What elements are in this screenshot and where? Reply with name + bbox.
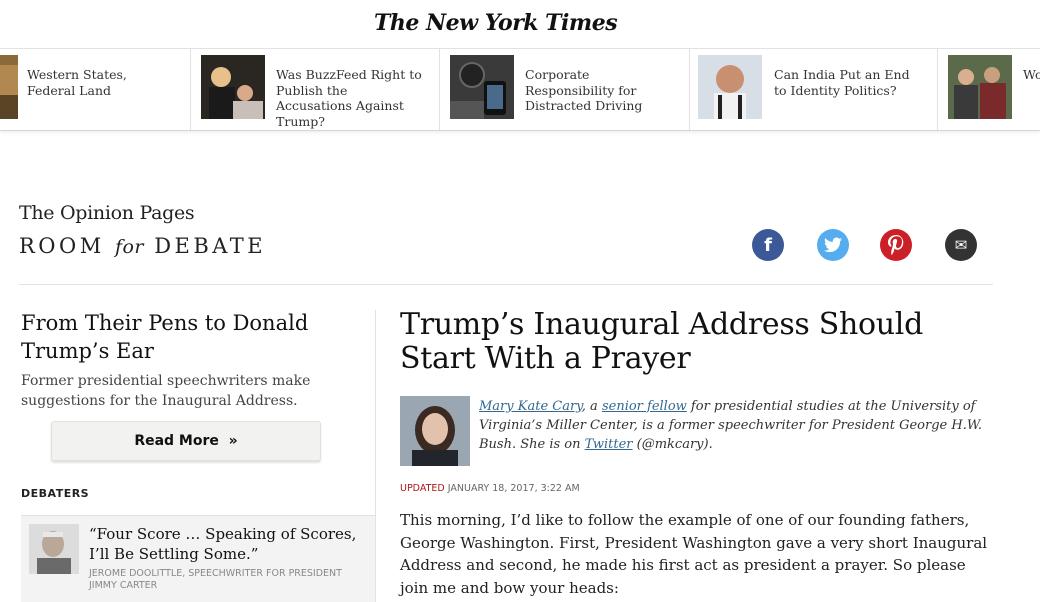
ribbon-item[interactable]: Wo on xyxy=(938,49,1040,130)
ribbon-thumbnail xyxy=(0,55,18,119)
author-bio: Mary Kate Cary, a senior fellow for pres… xyxy=(479,397,989,454)
ribbon-thumbnail xyxy=(201,55,265,119)
header-divider xyxy=(19,284,993,285)
debater-card[interactable]: “Four Score … Speaking of Scores, I’ll B… xyxy=(21,515,375,602)
rfd-debate: DEBATE xyxy=(154,234,267,258)
read-more-label: Read More xyxy=(134,433,219,449)
facebook-share-button[interactable]: f xyxy=(752,229,784,261)
ribbon-item-title: Can India Put an End to Identity Politic… xyxy=(774,67,910,98)
debater-byline: JEROME DOOLITTLE, SPEECHWRITER FOR PRESI… xyxy=(89,568,342,591)
column-divider xyxy=(375,310,376,602)
author-photo xyxy=(400,396,470,466)
debater-avatar xyxy=(29,524,79,574)
debater-quote: “Four Score … Speaking of Scores, I’ll B… xyxy=(89,525,357,563)
room-for-debate-title[interactable]: ROOM for DEBATE xyxy=(19,234,266,258)
email-icon: ✉ xyxy=(954,236,968,254)
ribbon-item-title: Was BuzzFeed Right to Publish the Accusa… xyxy=(276,67,422,129)
facebook-icon: f xyxy=(764,234,772,256)
bio-text: , a xyxy=(581,399,602,414)
ribbon-item-title: Corporate Responsibility for Distracted … xyxy=(525,67,643,113)
ribbon-thumbnail xyxy=(948,55,1012,119)
ribbon-item[interactable]: Corporate Responsibility for Distracted … xyxy=(440,49,690,130)
updated-date: JANUARY 18, 2017, 3:22 AM xyxy=(447,483,580,494)
ribbon-item[interactable]: Can India Put an End to Identity Politic… xyxy=(690,49,938,130)
nyt-logo[interactable]: The New York Times xyxy=(374,10,618,36)
ribbon-item-title: Wo on xyxy=(1023,67,1040,82)
article-title: Trump’s Inaugural Address Should Start W… xyxy=(400,307,924,376)
author-name-link[interactable]: Mary Kate Cary xyxy=(479,399,582,414)
debate-title[interactable]: From Their Pens to Donald Trump’s Ear xyxy=(21,309,351,365)
ribbon-item[interactable]: Western States, Federal Land xyxy=(0,49,191,130)
email-share-button[interactable]: ✉ xyxy=(945,229,977,261)
ribbon-thumbnail xyxy=(450,55,514,119)
ribbon-thumbnail xyxy=(698,55,762,119)
twitter-icon xyxy=(824,237,842,253)
debate-description: Former presidential speechwriters make s… xyxy=(21,373,311,409)
rfd-room: ROOM xyxy=(19,234,105,258)
masthead: The New York Times xyxy=(0,0,1040,49)
senior-fellow-link[interactable]: senior fellow xyxy=(602,399,687,414)
ribbon-item-title: Western States, Federal Land xyxy=(27,67,127,98)
rfd-for: for xyxy=(114,236,144,258)
updated-label: UPDATED xyxy=(400,483,445,494)
pinterest-share-button[interactable]: p xyxy=(880,229,912,261)
read-more-button[interactable]: Read More » xyxy=(51,421,321,461)
article-body: This morning, I’d like to follow the exa… xyxy=(400,511,988,597)
section-title[interactable]: The Opinion Pages xyxy=(19,202,195,224)
twitter-share-button[interactable]: t xyxy=(817,229,849,261)
bio-handle: (@mkcary). xyxy=(632,437,713,452)
updated-timestamp: UPDATED JANUARY 18, 2017, 3:22 AM xyxy=(400,483,580,494)
twitter-link[interactable]: Twitter xyxy=(585,437,633,452)
chevron-right-icon: » xyxy=(228,433,238,449)
ribbon-item[interactable]: Was BuzzFeed Right to Publish the Accusa… xyxy=(191,49,440,130)
debaters-heading: DEBATERS xyxy=(21,487,90,500)
story-ribbon: Western States, Federal Land Was BuzzFee… xyxy=(0,49,1040,131)
pinterest-icon xyxy=(888,235,904,255)
